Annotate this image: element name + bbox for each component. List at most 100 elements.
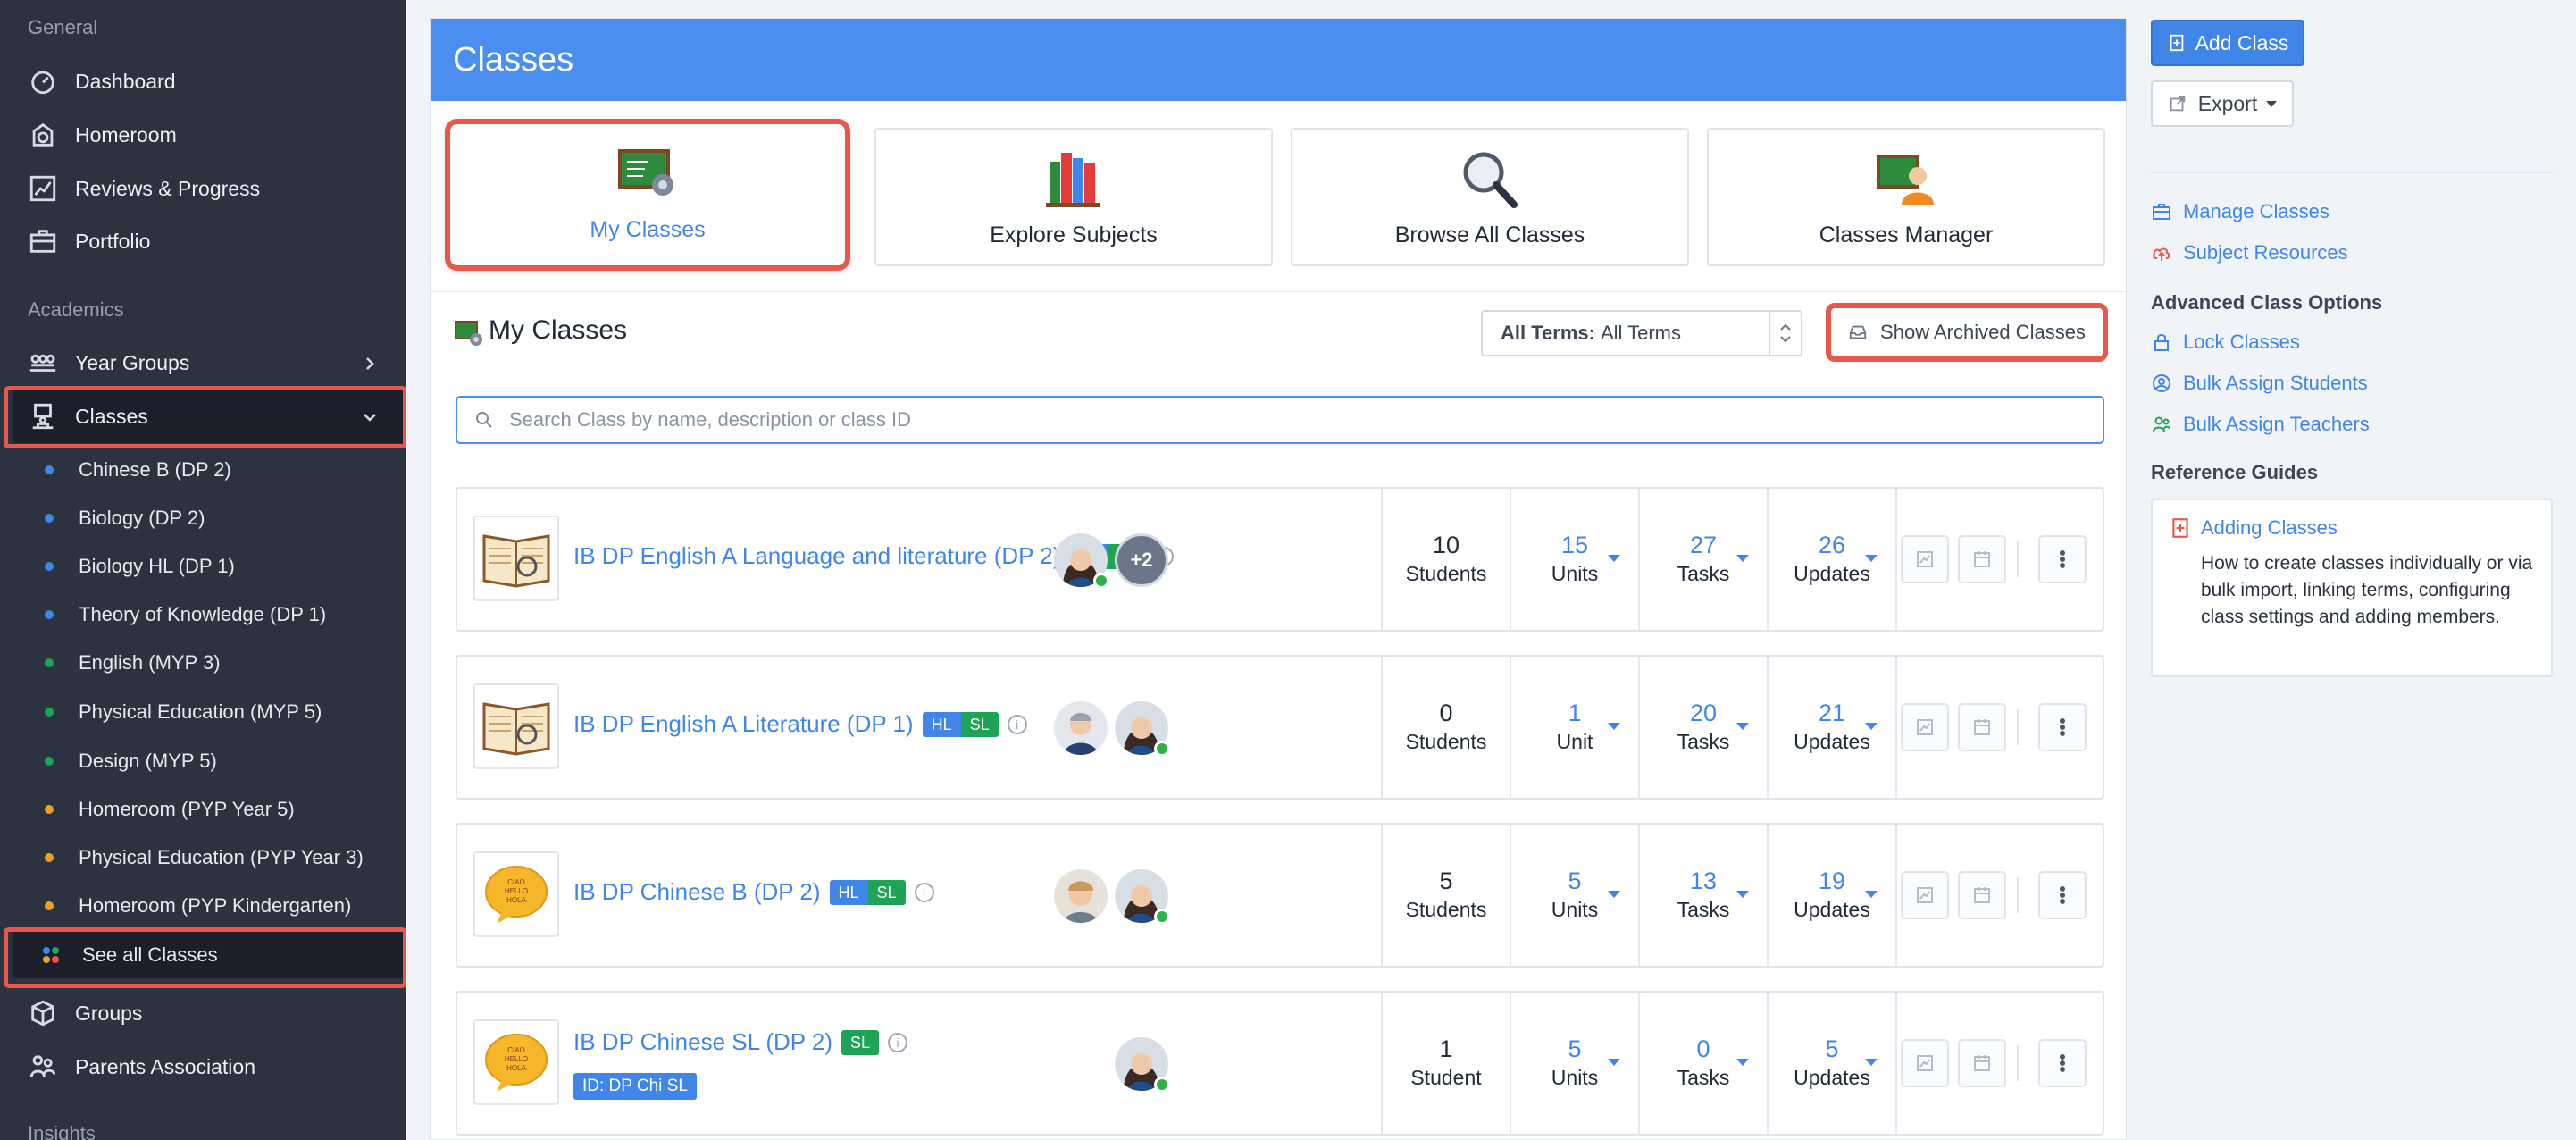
search-input[interactable]: [509, 408, 2028, 432]
sidebar-class-link[interactable]: Homeroom (PYP Kindergarten): [13, 883, 406, 929]
avatar[interactable]: [1054, 533, 1109, 589]
class-row[interactable]: IB DP English A Language and literature …: [456, 487, 2104, 632]
gradebook-button[interactable]: [1901, 703, 1949, 751]
class-name-link[interactable]: IB DP Chinese B (DP 2) HL SL i: [573, 878, 934, 906]
sidebar-item-homeroom[interactable]: Homeroom: [13, 108, 406, 162]
more-options-button[interactable]: [2038, 703, 2087, 751]
class-row[interactable]: IB DP English A Literature (DP 1) HL SL i…: [456, 655, 2104, 800]
avatar[interactable]: [1115, 869, 1170, 925]
class-search[interactable]: [456, 396, 2104, 444]
sidebar-item-label: Dashboard: [75, 69, 176, 93]
info-icon[interactable]: i: [1007, 714, 1027, 734]
tile-my-classes[interactable]: My Classes: [445, 119, 850, 271]
link-label: Bulk Assign Teachers: [2183, 413, 2370, 435]
class-row[interactable]: CIAO HELLO HOLA IB DP Chinese SL (DP 2) …: [456, 991, 2104, 1136]
tile-classes-manager[interactable]: Classes Manager: [1707, 128, 2105, 266]
gradebook-button[interactable]: [1901, 1039, 1949, 1087]
sidebar-item-groups[interactable]: Groups: [13, 986, 406, 1040]
avatar[interactable]: [1115, 701, 1170, 757]
sidebar-class-link[interactable]: Biology (DP 2): [13, 495, 406, 541]
sidebar-item-portfolio[interactable]: Portfolio: [13, 214, 406, 268]
sidebar-item-reviews[interactable]: Reviews & Progress: [13, 162, 406, 215]
stat-tasks[interactable]: 20 Tasks: [1640, 657, 1769, 798]
stat-units[interactable]: 5 Units: [1511, 993, 1640, 1134]
calendar-button[interactable]: [1958, 871, 2006, 919]
link-label: Bulk Assign Students: [2183, 372, 2368, 394]
stat-students[interactable]: 10 Students: [1383, 489, 1511, 630]
gradebook-button[interactable]: [1901, 871, 1949, 919]
stat-value: 5: [1568, 1035, 1582, 1062]
stat-tasks[interactable]: 27 Tasks: [1640, 489, 1769, 630]
more-options-button[interactable]: [2038, 535, 2087, 583]
stat-tasks[interactable]: 13 Tasks: [1640, 825, 1769, 966]
stat-value: 13: [1689, 868, 1718, 894]
calendar-button[interactable]: [1958, 1039, 2006, 1087]
class-name-link[interactable]: IB DP Chinese SL (DP 2) SL i: [573, 1028, 908, 1056]
calendar-button[interactable]: [1958, 703, 2006, 751]
online-indicator: [1154, 741, 1170, 757]
manage-classes-link[interactable]: Manage Classes: [2151, 200, 2329, 223]
caret-down-icon: [1608, 723, 1620, 730]
gradebook-button[interactable]: [1901, 535, 1949, 583]
stat-units[interactable]: 5 Units: [1511, 825, 1640, 966]
caret-down-icon: [1865, 1059, 1878, 1066]
search-icon: [476, 412, 492, 428]
sidebar-class-link[interactable]: Chinese B (DP 2): [13, 447, 406, 493]
more-options-button[interactable]: [2038, 1039, 2087, 1087]
export-button[interactable]: Export: [2151, 80, 2294, 127]
avatar[interactable]: [1054, 869, 1108, 923]
sidebar-class-link[interactable]: English (MYP 3): [13, 640, 406, 686]
speech-bubble-icon: CIAO HELLO HOLA: [485, 1034, 548, 1092]
stat-updates[interactable]: 21 Updates: [1769, 657, 1897, 798]
sidebar-item-label: Parents Association: [75, 1054, 256, 1078]
info-icon[interactable]: i: [914, 882, 934, 902]
info-icon[interactable]: i: [888, 1032, 908, 1052]
calendar-button[interactable]: [1958, 535, 2006, 583]
sidebar-class-link[interactable]: Theory of Knowledge (DP 1): [13, 591, 406, 638]
sidebar-class-link[interactable]: Homeroom (PYP Year 5): [13, 786, 406, 833]
tile-label: My Classes: [590, 217, 706, 242]
caret-down-icon: [1736, 555, 1749, 562]
stat-updates[interactable]: 5 Updates: [1769, 993, 1897, 1134]
sidebar-class-link[interactable]: Physical Education (MYP 5): [13, 689, 406, 735]
sidebar-class-link[interactable]: Physical Education (PYP Year 3): [13, 834, 406, 881]
avatar[interactable]: [1115, 1037, 1170, 1093]
class-row[interactable]: CIAO HELLO HOLA IB DP Chinese B (DP 2) H…: [456, 823, 2104, 968]
lock-classes-link[interactable]: Lock Classes: [2151, 331, 2300, 354]
bulk-assign-students-link[interactable]: Bulk Assign Students: [2151, 372, 2368, 395]
sidebar-class-link[interactable]: Biology HL (DP 1): [13, 543, 406, 590]
guide-card[interactable]: Adding Classes How to create classes ind…: [2151, 499, 2553, 677]
sidebar-item-parents[interactable]: Parents Association: [13, 1040, 406, 1094]
stat-units[interactable]: 1 Unit: [1511, 657, 1640, 798]
stat-units[interactable]: 15 Units: [1511, 489, 1640, 630]
stat-updates[interactable]: 19 Updates: [1769, 825, 1897, 966]
avatar[interactable]: [1054, 701, 1108, 755]
link-label: Lock Classes: [2183, 331, 2300, 353]
chart-icon: [1917, 551, 1933, 567]
stat-value: 5: [1439, 868, 1453, 894]
guide-text: How to create classes individually or vi…: [2201, 553, 2533, 627]
more-teachers-badge[interactable]: +2: [1115, 533, 1168, 587]
bulk-assign-teachers-link[interactable]: Bulk Assign Teachers: [2151, 413, 2370, 436]
term-select[interactable]: All Terms: All Terms: [1481, 310, 1802, 356]
tile-browse-all-classes[interactable]: Browse All Classes: [1291, 128, 1689, 266]
my-classes-toolbar: My Classes All Terms: All Terms Show Arc…: [431, 291, 2126, 373]
tile-explore-subjects[interactable]: Explore Subjects: [874, 128, 1273, 266]
show-archived-button[interactable]: Show Archived Classes: [1826, 303, 2108, 362]
guide-title[interactable]: Adding Classes: [2201, 516, 2338, 540]
sidebar-item-year-groups[interactable]: Year Groups: [13, 336, 406, 390]
class-name-link[interactable]: IB DP English A Literature (DP 1) HL SL i: [573, 710, 1027, 738]
stat-updates[interactable]: 26 Updates: [1769, 489, 1897, 630]
sidebar-class-link[interactable]: Design (MYP 5): [13, 738, 406, 784]
more-options-button[interactable]: [2038, 871, 2087, 919]
sidebar-item-dashboard[interactable]: Dashboard: [13, 54, 406, 108]
highlight-see-all: [4, 927, 406, 988]
stat-tasks[interactable]: 0 Tasks: [1640, 993, 1769, 1134]
stat-label: Tasks: [1677, 898, 1730, 921]
subject-resources-link[interactable]: Subject Resources: [2151, 241, 2348, 264]
stat-students[interactable]: 1 Student: [1383, 993, 1511, 1134]
stat-students[interactable]: 5 Students: [1383, 825, 1511, 966]
svg-text:CIAO: CIAO: [507, 1046, 525, 1054]
stat-students[interactable]: 0 Students: [1383, 657, 1511, 798]
add-class-button[interactable]: Add Class: [2151, 20, 2304, 66]
